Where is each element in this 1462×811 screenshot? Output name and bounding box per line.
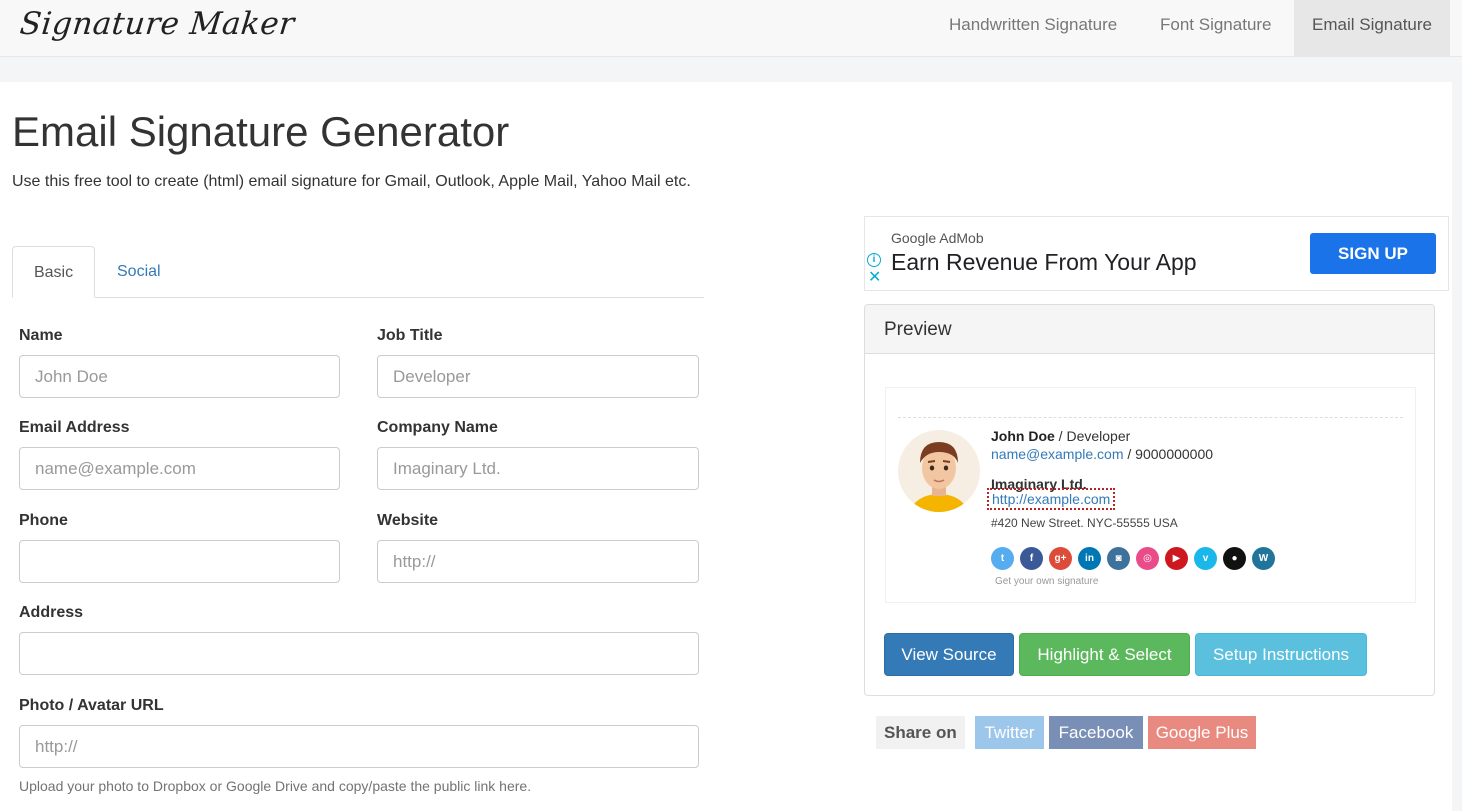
tab-basic[interactable]: Basic (12, 246, 95, 298)
share-twitter-button[interactable]: Twitter (975, 716, 1044, 749)
google-plus-icon[interactable]: g+ (1049, 547, 1072, 570)
signature-job-title: Developer (1066, 428, 1131, 444)
signature-website-link[interactable]: http://example.com (987, 488, 1116, 510)
email-label: Email Address (19, 419, 130, 436)
company-input[interactable] (377, 447, 699, 490)
avatar (898, 430, 980, 512)
ad-brand: Google AdMob (891, 230, 984, 246)
share-facebook-button[interactable]: Facebook (1049, 716, 1143, 749)
ad-signup-button[interactable]: SIGN UP (1310, 233, 1436, 274)
signature-address: #420 New Street. NYC-55555 USA (991, 516, 1178, 530)
photo-url-label: Photo / Avatar URL (19, 697, 164, 714)
linkedin-icon[interactable]: in (1078, 547, 1101, 570)
preview-title: Preview (884, 319, 952, 340)
setup-instructions-button[interactable]: Setup Instructions (1195, 633, 1367, 676)
photo-help-text: Upload your photo to Dropbox or Google D… (19, 778, 532, 794)
nav-font-signature[interactable]: Font Signature (1142, 0, 1290, 56)
website-input[interactable] (377, 540, 699, 583)
website-label: Website (377, 512, 439, 529)
signature-separator: / (1054, 428, 1067, 444)
ad-headline[interactable]: Earn Revenue From Your App (891, 249, 1197, 276)
brand-logo[interactable]: Signature Maker (18, 6, 296, 42)
nav-email-signature[interactable]: Email Signature (1294, 0, 1451, 56)
name-label: Name (19, 327, 63, 344)
email-input[interactable] (19, 447, 340, 490)
facebook-icon[interactable]: f (1020, 547, 1043, 570)
tab-social[interactable]: Social (98, 246, 180, 298)
nav-handwritten-signature[interactable]: Handwritten Signature (931, 0, 1135, 56)
highlight-select-button[interactable]: Highlight & Select (1019, 633, 1190, 676)
signature-divider (898, 417, 1403, 418)
share-label: Share on (876, 716, 965, 749)
job-title-label: Job Title (377, 327, 443, 344)
get-own-signature-link[interactable]: Get your own signature (995, 576, 1098, 587)
signature-phone: 9000000000 (1135, 446, 1214, 462)
signature-contact-line: name@example.com / 9000000000 (991, 446, 1214, 462)
ad-banner[interactable]: i ✕ Google AdMob Earn Revenue From Your … (864, 216, 1449, 291)
signature-preview: John Doe / Developer name@example.com / … (885, 387, 1416, 603)
page-edge (1452, 82, 1462, 811)
preview-panel: Preview John Doe / Developer name@exampl… (864, 304, 1435, 696)
job-title-input[interactable] (377, 355, 699, 398)
signature-email-link[interactable]: name@example.com (991, 446, 1124, 462)
ad-info-icon[interactable]: i (867, 253, 881, 267)
vimeo-icon[interactable]: v (1194, 547, 1217, 570)
name-input[interactable] (19, 355, 340, 398)
page-lead: Use this free tool to create (html) emai… (12, 173, 691, 190)
share-google-plus-button[interactable]: Google Plus (1148, 716, 1256, 749)
phone-input[interactable] (19, 540, 340, 583)
navbar: Signature Maker Handwritten Signature Fo… (0, 0, 1462, 57)
page-title: Email Signature Generator (12, 108, 510, 155)
dribbble-icon[interactable]: ◎ (1136, 547, 1159, 570)
top-strip (0, 57, 1462, 82)
twitter-icon[interactable]: t (991, 547, 1014, 570)
signature-name-line: John Doe / Developer (991, 428, 1130, 444)
instagram-icon[interactable]: ◙ (1107, 547, 1130, 570)
phone-label: Phone (19, 512, 68, 529)
photo-url-input[interactable] (19, 725, 699, 768)
preview-header: Preview (865, 305, 1434, 354)
signature-name: John Doe (991, 428, 1055, 444)
company-label: Company Name (377, 419, 498, 436)
youtube-icon[interactable]: ▶ (1165, 547, 1188, 570)
address-input[interactable] (19, 632, 699, 675)
wordpress-icon[interactable]: W (1252, 547, 1275, 570)
address-label: Address (19, 604, 84, 621)
view-source-button[interactable]: View Source (884, 633, 1014, 676)
github-icon[interactable]: ● (1223, 547, 1246, 570)
ad-close-icon[interactable]: ✕ (868, 270, 881, 286)
